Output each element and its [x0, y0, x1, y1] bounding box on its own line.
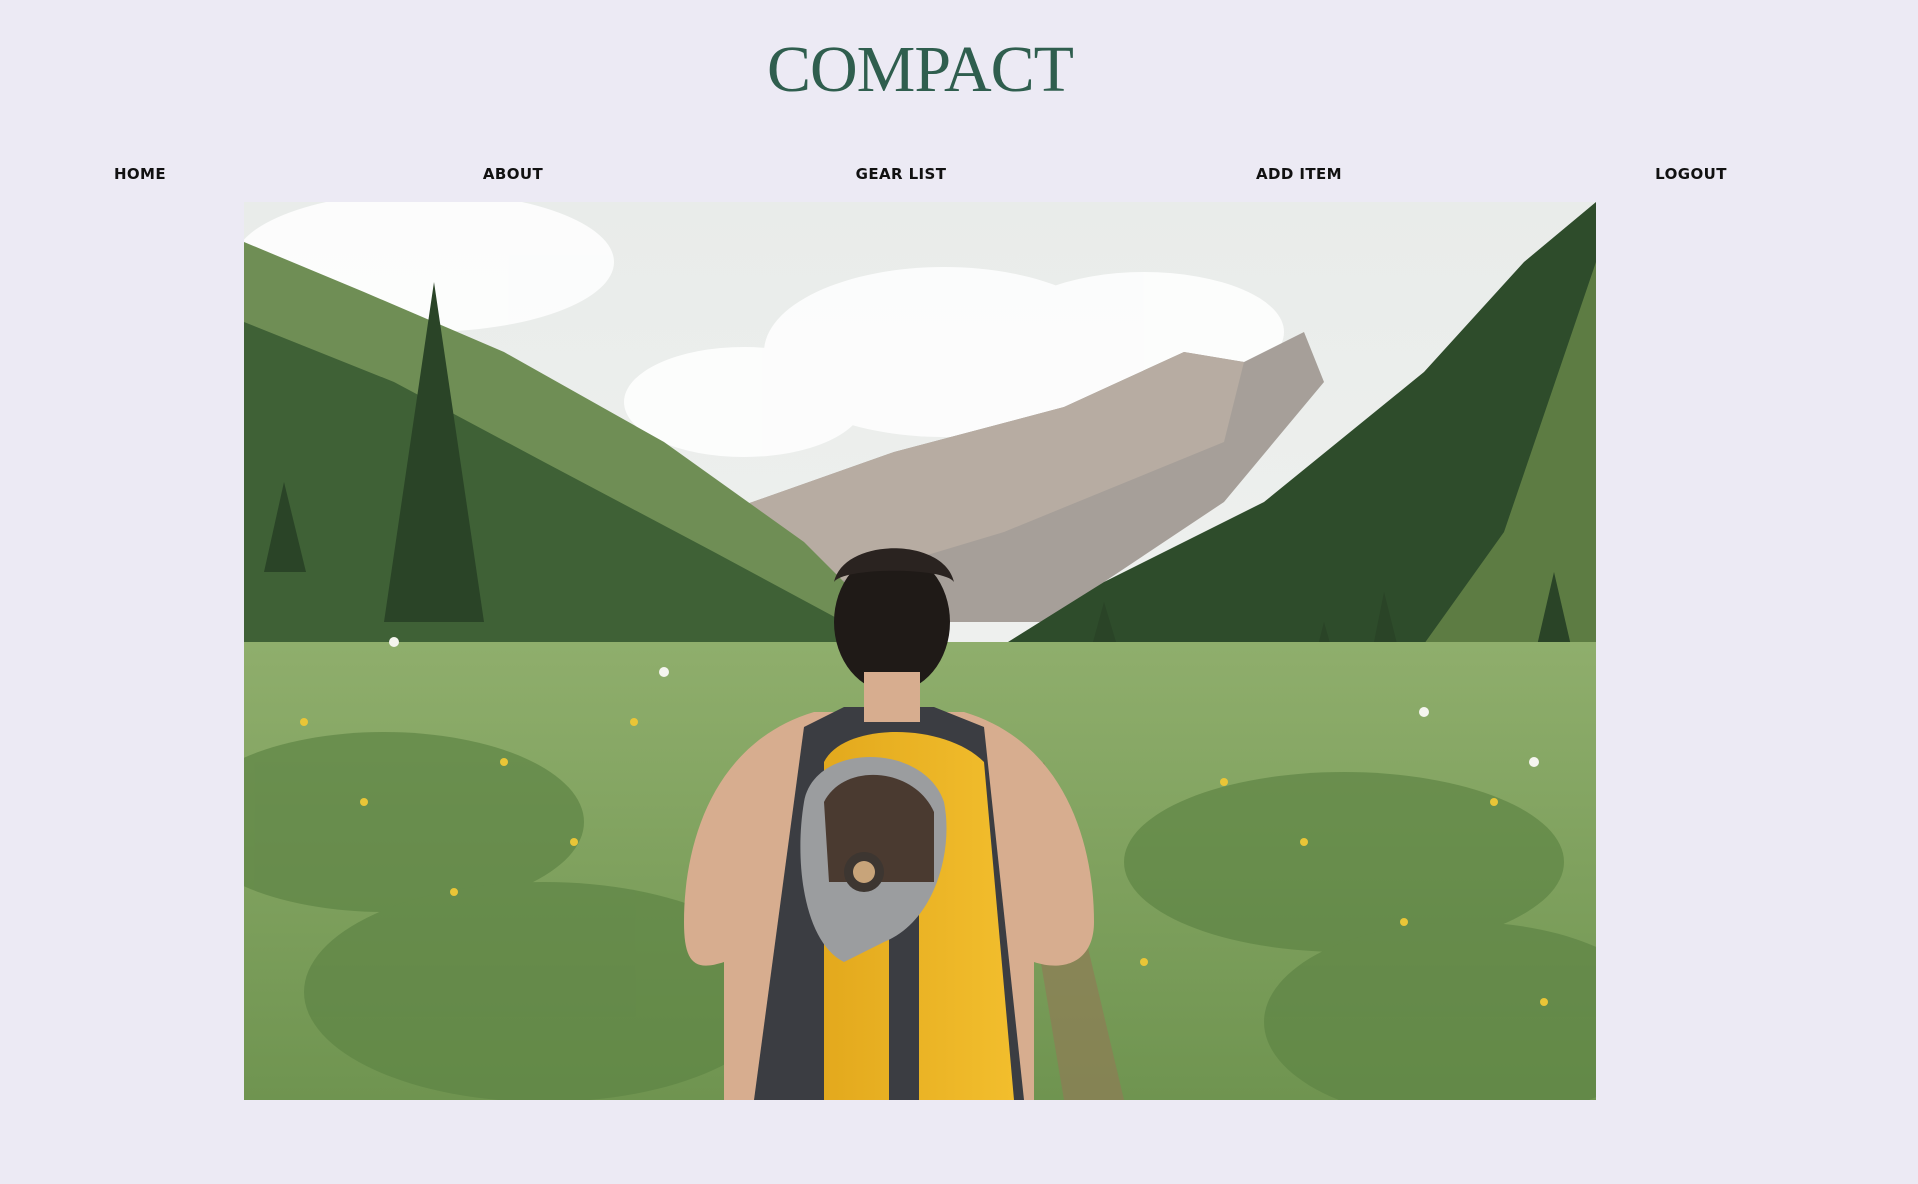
site-logo[interactable]: COMPACT	[0, 34, 1840, 106]
hero-landscape-illustration	[244, 202, 1596, 1100]
nav-gear-list[interactable]: GEAR LIST	[856, 165, 947, 183]
main-nav: HOME ABOUT GEAR LIST ADD ITEM LOGOUT	[0, 165, 1918, 185]
nav-home[interactable]: HOME	[114, 165, 166, 183]
nav-about[interactable]: ABOUT	[483, 165, 543, 183]
nav-logout[interactable]: LOGOUT	[1655, 165, 1727, 183]
nav-add-item[interactable]: ADD ITEM	[1256, 165, 1342, 183]
hero-image	[244, 202, 1596, 1100]
